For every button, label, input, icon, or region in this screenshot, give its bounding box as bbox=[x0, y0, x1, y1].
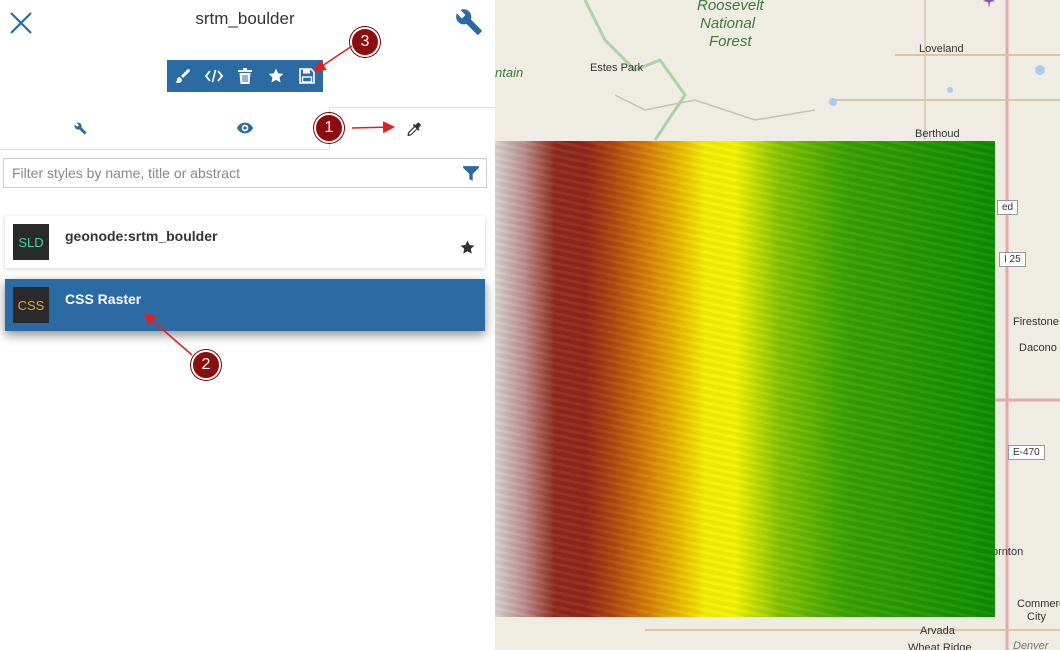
style-name: geonode:srtm_boulder bbox=[65, 228, 218, 244]
edit-style-button[interactable] bbox=[167, 60, 198, 92]
tab-divider bbox=[0, 149, 329, 150]
map-label: Loveland bbox=[919, 43, 964, 55]
delete-style-button[interactable] bbox=[229, 60, 260, 92]
map-viewport[interactable]: Roosevelt National Forest Estes Park nta… bbox=[495, 0, 1060, 650]
editor-tabs bbox=[0, 107, 496, 150]
filter-icon[interactable] bbox=[462, 165, 480, 183]
map-label: Arvada bbox=[920, 625, 955, 637]
style-name: CSS Raster bbox=[65, 291, 142, 307]
style-editor-panel: srtm_boulder Filter styles by name, titl… bbox=[0, 0, 496, 650]
eye-icon bbox=[237, 122, 253, 134]
style-filter bbox=[3, 158, 487, 188]
style-format-badge: CSS bbox=[13, 287, 49, 323]
map-label: Roosevelt bbox=[697, 0, 764, 14]
map-label: Dacono bbox=[1019, 342, 1057, 354]
wrench-icon bbox=[74, 122, 86, 134]
tab-settings[interactable] bbox=[0, 107, 160, 149]
badge-label: SLD bbox=[18, 234, 44, 250]
road-shield: I 25 bbox=[999, 252, 1026, 267]
style-item-sld[interactable]: SLD geonode:srtm_boulder bbox=[5, 216, 485, 268]
badge-label: CSS bbox=[17, 297, 45, 313]
layer-title: srtm_boulder bbox=[195, 9, 295, 28]
save-style-button[interactable] bbox=[291, 60, 322, 92]
elevation-raster-layer bbox=[495, 141, 995, 617]
eyedropper-icon bbox=[406, 122, 421, 136]
tab-preview[interactable] bbox=[165, 107, 325, 149]
map-label: Wheat Ridge bbox=[908, 642, 972, 650]
style-filter-input[interactable] bbox=[4, 159, 465, 187]
code-icon bbox=[204, 69, 223, 83]
map-label: Forest bbox=[709, 33, 752, 50]
map-label: Denver bbox=[1013, 640, 1049, 650]
road-shield: ed bbox=[997, 200, 1019, 215]
annotation-marker-2: 2 bbox=[191, 350, 221, 380]
tab-styles[interactable] bbox=[329, 107, 496, 150]
map-label: Firestone bbox=[1013, 316, 1059, 328]
default-star-icon bbox=[460, 240, 475, 254]
save-icon bbox=[298, 68, 315, 84]
annotation-marker-3: 3 bbox=[350, 27, 380, 57]
trash-icon bbox=[237, 68, 252, 84]
map-label: National bbox=[700, 15, 756, 32]
map-label: ntain bbox=[495, 65, 524, 80]
map-label: ornton bbox=[992, 546, 1024, 558]
brush-icon bbox=[175, 69, 190, 83]
map-label: Estes Park bbox=[590, 62, 644, 74]
airport-icon bbox=[983, 0, 995, 8]
road-shield: E-470 bbox=[1008, 445, 1045, 460]
set-default-style-button[interactable] bbox=[260, 60, 291, 92]
map-label: Berthoud bbox=[915, 128, 960, 140]
map-label: Commerc bbox=[1017, 598, 1060, 610]
wrench-icon[interactable] bbox=[455, 8, 483, 36]
style-item-css[interactable]: CSS CSS Raster bbox=[5, 279, 485, 331]
style-toolbar bbox=[167, 60, 323, 92]
code-editor-button[interactable] bbox=[198, 60, 229, 92]
map-label: City bbox=[1027, 611, 1046, 623]
style-format-badge: SLD bbox=[13, 224, 49, 260]
annotation-marker-1: 1 bbox=[314, 113, 344, 143]
star-icon bbox=[268, 68, 283, 83]
